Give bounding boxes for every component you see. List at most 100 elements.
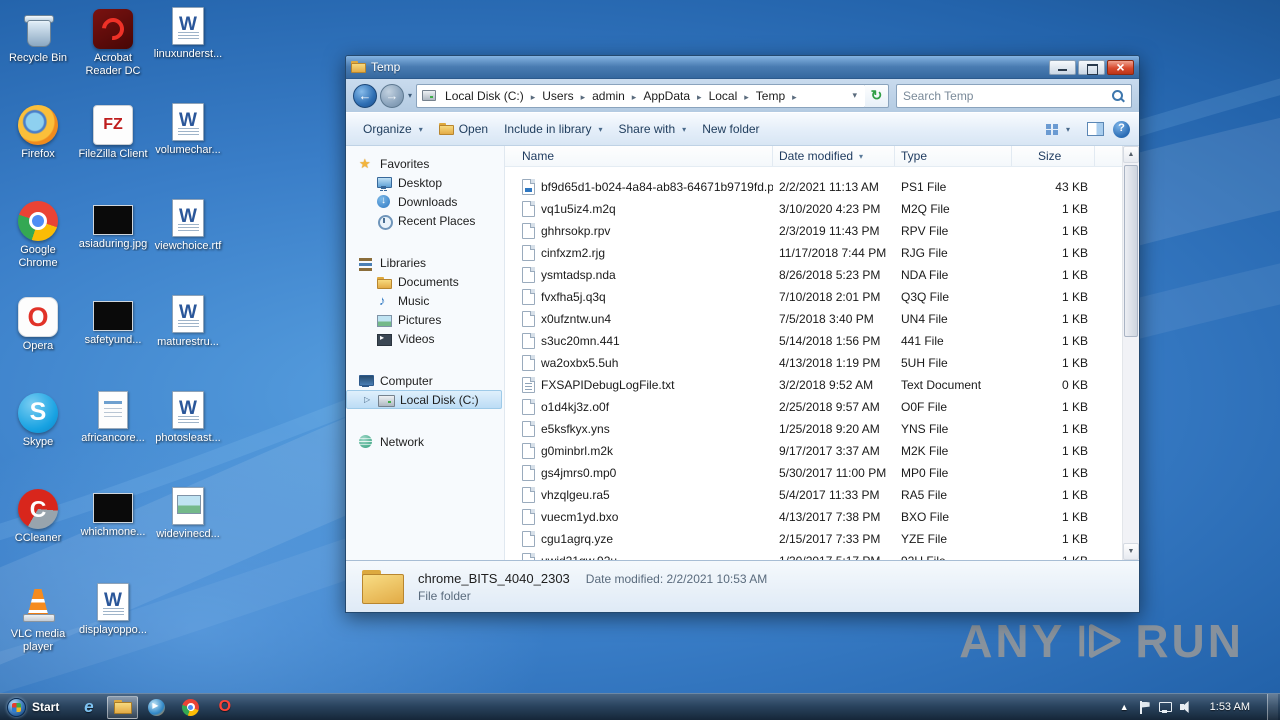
desktop-icon-skype[interactable]: Skype [0, 390, 76, 486]
desktop-icon-whichmone[interactable]: whichmone... [75, 486, 151, 582]
desktop-icon-volumechar[interactable]: volumechar... [150, 102, 226, 198]
file-row[interactable]: o1d4kj3z.o0f 2/25/2018 9:57 AM O0F File … [505, 396, 1122, 418]
desktop-icon-viewchoice[interactable]: viewchoice.rtf [150, 198, 226, 294]
taskbar-item-internet-explorer[interactable]: e [73, 696, 104, 719]
file-row[interactable]: vhzqlgeu.ra5 5/4/2017 11:33 PM RA5 File … [505, 484, 1122, 506]
nav-network-header[interactable]: Network [346, 432, 504, 451]
desktop-icon-asiaduring[interactable]: asiaduring.jpg [75, 198, 151, 294]
scroll-down-button[interactable]: ▼ [1123, 543, 1139, 560]
file-row[interactable]: uwjd21gw.92u 1/30/2017 5:17 PM 92U File … [505, 550, 1122, 560]
sidebar-item-downloads[interactable]: Downloads [346, 192, 504, 211]
file-size: 1 KB [1061, 268, 1088, 282]
file-row[interactable]: wa2oxbx5.5uh 4/13/2018 1:19 PM 5UH File … [505, 352, 1122, 374]
file-row[interactable]: FXSAPIDebugLogFile.txt 3/2/2018 9:52 AM … [505, 374, 1122, 396]
desktop-icon-vlc[interactable]: VLC media player [0, 582, 76, 678]
file-row[interactable]: cgu1agrq.yze 2/15/2017 7:33 PM YZE File … [505, 528, 1122, 550]
file-row[interactable]: fvxfha5j.q3q 7/10/2018 2:01 PM Q3Q File … [505, 286, 1122, 308]
preview-pane-button[interactable] [1087, 122, 1104, 136]
address-dropdown-icon[interactable]: ▾ [849, 90, 860, 101]
breadcrumb-item-temp[interactable]: Temp [751, 87, 799, 105]
breadcrumb-item-users[interactable]: Users [537, 87, 587, 105]
file-row[interactable]: vuecm1yd.bxo 4/13/2017 7:38 PM BXO File … [505, 506, 1122, 528]
back-button[interactable]: ← [353, 83, 377, 108]
desktop-icon-opera[interactable]: Opera [0, 294, 76, 390]
tray-expand-icon[interactable]: ▲ [1118, 702, 1131, 712]
breadcrumb-item-admin[interactable]: admin [587, 87, 638, 105]
desktop-icon-widevinecd[interactable]: widevinecd... [150, 486, 226, 582]
new-folder-button[interactable]: New folder [694, 118, 767, 140]
file-row[interactable]: cinfxzm2.rjg 11/17/2018 7:44 PM RJG File… [505, 242, 1122, 264]
breadcrumb-item-local-disk[interactable]: Local Disk (C:) [440, 87, 537, 105]
search-box[interactable] [896, 83, 1132, 108]
organize-button[interactable]: Organize [355, 118, 431, 140]
forward-button[interactable]: → [380, 83, 404, 108]
sidebar-item-music[interactable]: Music [346, 291, 504, 310]
history-dropdown-icon[interactable]: ▾ [407, 91, 413, 100]
column-header-type[interactable]: Type [895, 146, 1012, 166]
breadcrumb[interactable]: Local Disk (C:) Users admin AppData Loca… [416, 83, 866, 108]
file-row[interactable]: vq1u5iz4.m2q 3/10/2020 4:23 PM M2Q File … [505, 198, 1122, 220]
nav-computer-header[interactable]: Computer [346, 371, 504, 390]
file-row[interactable]: s3uc20mn.441 5/14/2018 1:56 PM 441 File … [505, 330, 1122, 352]
taskbar-item-media-player[interactable] [141, 696, 172, 719]
desktop-icon-displayoppo[interactable]: displayoppo... [75, 582, 151, 678]
search-icon[interactable] [1111, 89, 1125, 103]
action-center-flag-icon[interactable] [1139, 700, 1151, 714]
include-in-library-button[interactable]: Include in library [496, 118, 610, 140]
close-button[interactable] [1107, 59, 1134, 75]
network-tray-icon[interactable] [1158, 701, 1172, 713]
vertical-scrollbar[interactable]: ▲ ▼ [1122, 146, 1139, 560]
file-row[interactable]: ysmtadsp.nda 8/26/2018 5:23 PM NDA File … [505, 264, 1122, 286]
scrollbar-track[interactable] [1123, 163, 1139, 543]
desktop-icon-google-chrome[interactable]: Google Chrome [0, 198, 76, 294]
desktop-icon-recycle-bin[interactable]: Recycle Bin [0, 6, 76, 102]
desktop-icon-ccleaner[interactable]: CCleaner [0, 486, 76, 582]
column-header-size[interactable]: Size [1012, 146, 1095, 166]
sidebar-item-documents[interactable]: Documents [346, 272, 504, 291]
desktop-icon-safetyund[interactable]: safetyund... [75, 294, 151, 390]
desktop-icon-maturestru[interactable]: maturestru... [150, 294, 226, 390]
change-view-button[interactable] [1037, 119, 1078, 139]
sidebar-item-desktop[interactable]: Desktop [346, 173, 504, 192]
sidebar-item-recent-places[interactable]: Recent Places [346, 211, 504, 230]
search-input[interactable] [903, 88, 1111, 103]
nav-favorites-header[interactable]: Favorites [346, 154, 504, 173]
file-row[interactable]: ghhrsokp.rpv 2/3/2019 11:43 PM RPV File … [505, 220, 1122, 242]
file-row[interactable]: gs4jmrs0.mp0 5/30/2017 11:00 PM MP0 File… [505, 462, 1122, 484]
show-desktop-button[interactable] [1267, 694, 1278, 720]
breadcrumb-item-local[interactable]: Local [704, 87, 751, 105]
file-row[interactable]: e5ksfkyx.yns 1/25/2018 9:20 AM YNS File … [505, 418, 1122, 440]
title-bar[interactable]: Temp [346, 56, 1139, 79]
desktop-icon-africancore[interactable]: africancore... [75, 390, 151, 486]
desktop-icon-photosleast[interactable]: photosleast... [150, 390, 226, 486]
start-button[interactable]: Start [0, 694, 69, 720]
taskbar-item-opera[interactable]: O [209, 696, 240, 719]
refresh-button[interactable] [865, 83, 889, 108]
scrollbar-thumb[interactable] [1124, 165, 1138, 337]
file-row[interactable]: g0minbrl.m2k 9/17/2017 3:37 AM M2K File … [505, 440, 1122, 462]
column-header-name[interactable]: Name [505, 146, 773, 166]
taskbar-item-explorer[interactable] [107, 695, 139, 719]
nav-libraries-header[interactable]: Libraries [346, 253, 504, 272]
expander-icon[interactable]: ▷ [364, 395, 372, 404]
file-row[interactable]: bf9d65d1-b024-4a84-ab83-64671b9719fd.ps1… [505, 176, 1122, 198]
desktop-icon-acrobat[interactable]: Acrobat Reader DC [75, 6, 151, 102]
taskbar-item-chrome[interactable] [175, 696, 206, 719]
taskbar-clock[interactable]: 1:53 AM [1201, 701, 1259, 713]
breadcrumb-item-appdata[interactable]: AppData [638, 87, 703, 105]
desktop-icon-linuxunderst[interactable]: linuxunderst... [150, 6, 226, 102]
sidebar-item-pictures[interactable]: Pictures [346, 310, 504, 329]
column-header-date-modified[interactable]: Date modified [773, 146, 895, 166]
sidebar-item-videos[interactable]: Videos [346, 329, 504, 348]
desktop-icon-filezilla[interactable]: FileZilla Client [75, 102, 151, 198]
desktop-icon-firefox[interactable]: Firefox [0, 102, 76, 198]
help-button[interactable] [1113, 120, 1130, 138]
sidebar-item-local-disk-c[interactable]: ▷ Local Disk (C:) [346, 390, 502, 409]
open-button[interactable]: Open [431, 118, 496, 140]
file-row[interactable]: x0ufzntw.un4 7/5/2018 3:40 PM UN4 File 1… [505, 308, 1122, 330]
scroll-up-button[interactable]: ▲ [1123, 146, 1139, 163]
volume-icon[interactable] [1179, 701, 1193, 713]
share-with-button[interactable]: Share with [610, 118, 694, 140]
minimize-button[interactable] [1049, 59, 1076, 75]
maximize-button[interactable] [1078, 59, 1105, 75]
